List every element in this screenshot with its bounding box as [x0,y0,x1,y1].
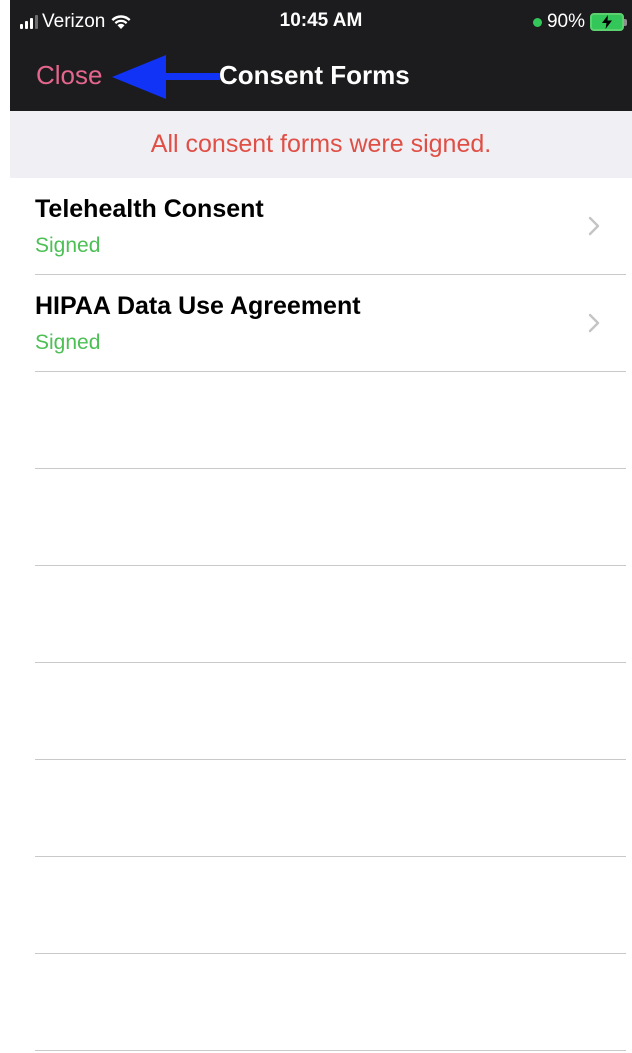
battery-group: 90% [532,11,627,33]
wifi-icon [111,15,131,29]
privacy-indicator-dot [532,17,542,27]
empty-row-divider [35,468,626,469]
list-item-hipaa-data-use-agreement[interactable]: HIPAA Data Use Agreement Signed [0,275,632,372]
battery-percentage: 90% [546,11,585,32]
charging-battery-icon [590,13,627,31]
annotation-arrow [112,55,220,99]
cellular-signal-icon [20,15,38,29]
form-status: Signed [35,234,101,257]
signed-banner: All consent forms were signed. [10,111,632,178]
status-bar: Verizon 10:45 AM 90% [10,0,632,44]
form-title: Telehealth Consent [35,195,264,223]
list-item-telehealth-consent[interactable]: Telehealth Consent Signed [0,178,632,275]
top-bar: Verizon 10:45 AM 90% Close Consent Forms [10,0,632,111]
chevron-right-icon [588,216,600,236]
empty-row-divider [35,953,626,954]
carrier-group: Verizon [20,11,132,33]
empty-row-divider [35,662,626,663]
banner-message: All consent forms were signed. [150,130,492,158]
close-button[interactable]: Close [36,60,102,91]
form-status: Signed [35,331,101,354]
chevron-right-icon [588,313,600,333]
empty-row-divider [35,856,626,857]
carrier-name: Verizon [42,11,106,32]
form-title: HIPAA Data Use Agreement [35,292,361,320]
page-title: Consent Forms [219,60,410,90]
navigation-bar: Close Consent Forms [10,44,632,111]
row-divider [35,371,626,372]
empty-row-divider [35,1050,626,1051]
empty-row-divider [35,565,626,566]
empty-row-divider [35,759,626,760]
